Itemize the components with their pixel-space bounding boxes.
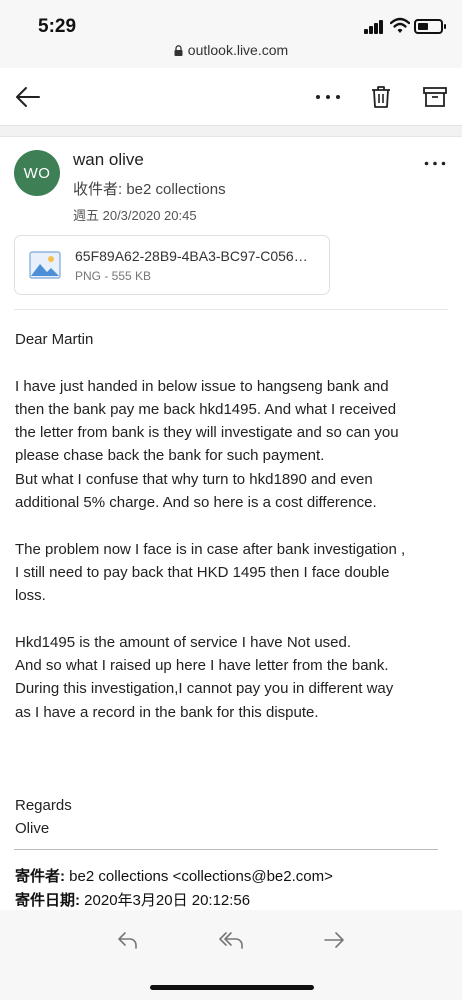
attachment-meta: PNG - 555 KB <box>75 269 152 283</box>
reply-all-icon <box>219 932 243 949</box>
archive-icon <box>423 87 447 107</box>
reply-all-button[interactable] <box>212 924 252 956</box>
avatar-initials: WO <box>23 164 51 182</box>
quoted-from: 寄件者: be2 collections <collections@be2.co… <box>15 865 333 889</box>
reply-icon <box>118 932 137 949</box>
quoted-from-label: 寄件者: <box>15 868 65 885</box>
body-line: additional 5% charge. And so here is a c… <box>15 494 377 512</box>
message-more-button[interactable] <box>420 153 450 173</box>
reply-button[interactable] <box>108 924 148 956</box>
avatar[interactable]: WO <box>14 150 60 196</box>
signal-icon <box>364 20 386 34</box>
url-text: outlook.live.com <box>187 42 289 58</box>
body-line: I still need to pay back that HKD 1495 t… <box>15 563 390 581</box>
sender-name[interactable]: wan olive <box>73 150 144 170</box>
archive-button[interactable] <box>418 80 452 114</box>
body-line: During this investigation,I cannot pay y… <box>15 680 394 698</box>
forward-button[interactable] <box>314 924 354 956</box>
body-line: then the bank pay me back hkd1495. And w… <box>15 400 397 418</box>
body-line: Hkd1495 is the amount of service I have … <box>15 633 352 651</box>
quoted-header: 寄件者: be2 collections <collections@be2.co… <box>15 865 333 910</box>
message-card: WO wan olive 收件者: be2 collections 週五 20/… <box>0 136 462 910</box>
home-indicator[interactable] <box>150 985 314 990</box>
body-line: Dear Martin <box>15 331 94 348</box>
body-line: as I have a record in the bank for this … <box>15 703 319 721</box>
lock-icon <box>174 45 183 56</box>
address-bar[interactable]: outlook.live.com <box>0 42 462 58</box>
attachment-name: 65F89A62-28B9-4BA3-BC97-C056… <box>75 248 308 264</box>
trash-icon <box>372 86 390 108</box>
image-file-icon <box>29 251 61 279</box>
more-icon <box>316 95 340 99</box>
quoted-from-value[interactable]: be2 collections <collections@be2.com> <box>65 868 333 885</box>
message-body: Dear Martin I have just handed in below … <box>15 328 455 841</box>
body-line: I have just handed in below issue to han… <box>15 377 389 395</box>
wifi-icon <box>390 17 410 33</box>
divider <box>14 309 448 310</box>
recipient-line[interactable]: 收件者: be2 collections <box>73 178 226 199</box>
status-bar: 5:29 outlook.live.com <box>0 0 462 68</box>
signature-regards: Regards <box>15 796 72 814</box>
quote-divider <box>14 849 438 850</box>
more-icon <box>424 161 446 165</box>
attachment-card[interactable]: 65F89A62-28B9-4BA3-BC97-C056… PNG - 555 … <box>14 235 330 295</box>
message-date: 週五 20/3/2020 20:45 <box>73 208 197 223</box>
quoted-date-value: 2020年3月20日 20:12:56 <box>80 892 251 909</box>
more-actions-button[interactable] <box>308 80 348 114</box>
body-line: And so what I raised up here I have lett… <box>15 657 389 675</box>
body-line: But what I confuse that why turn to hkd1… <box>15 470 373 488</box>
delete-button[interactable] <box>364 80 398 114</box>
quoted-date-label: 寄件日期: <box>15 892 80 909</box>
body-line: loss. <box>15 587 46 605</box>
signature-name: Olive <box>15 820 50 838</box>
status-time: 5:29 <box>38 16 77 37</box>
back-button[interactable] <box>10 80 46 114</box>
body-line: the letter from bank is they will invest… <box>15 424 399 442</box>
battery-icon <box>414 19 446 34</box>
message-toolbar <box>0 68 462 126</box>
body-line: please chase back the bank for such paym… <box>15 447 325 465</box>
forward-icon <box>324 932 344 948</box>
quoted-date: 寄件日期: 2020年3月20日 20:12:56 <box>15 889 333 910</box>
bottom-action-bar <box>0 910 462 1000</box>
back-arrow-icon <box>16 87 40 107</box>
body-line: The problem now I face is in case after … <box>15 540 406 558</box>
